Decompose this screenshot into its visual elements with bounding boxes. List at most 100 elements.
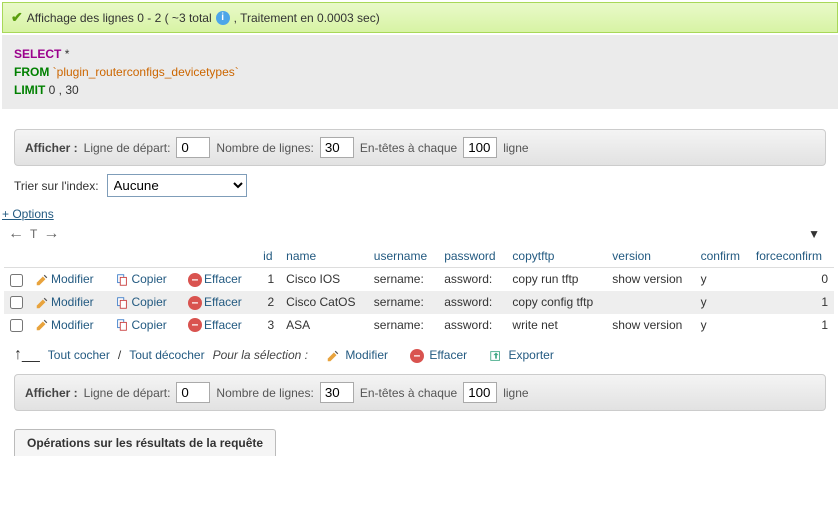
delete-link[interactable]: Effacer: [204, 318, 242, 332]
row-checkbox[interactable]: [10, 296, 23, 309]
cell-name: Cisco IOS: [280, 268, 368, 291]
delete-icon: [410, 349, 424, 363]
status-prefix: Affichage des lignes 0 - 2 ( ~3 total: [27, 11, 212, 25]
pencil-icon: [326, 349, 340, 363]
nav-left-icon[interactable]: ←: [8, 225, 24, 243]
cell-version: show version: [606, 314, 694, 337]
cell-id: 2: [257, 291, 280, 314]
row-count-input[interactable]: [320, 137, 354, 158]
query-ops-section: Opérations sur les résultats de la requê…: [14, 429, 826, 456]
nav-right-icon[interactable]: →: [43, 225, 59, 243]
delete-link[interactable]: Effacer: [204, 272, 242, 286]
start-label: Ligne de départ:: [84, 141, 171, 155]
col-forceconfirm[interactable]: forceconfirm: [756, 249, 822, 263]
start-row-input[interactable]: [176, 137, 210, 158]
col-confirm[interactable]: confirm: [701, 249, 740, 263]
copy-link[interactable]: Copier: [131, 318, 166, 332]
footer-actions: ↑__ Tout cocher / Tout décocher Pour la …: [14, 346, 826, 364]
sort-row: Trier sur l'index: Aucune: [14, 174, 826, 197]
cell-id: 3: [257, 314, 280, 337]
info-icon[interactable]: i: [216, 11, 230, 25]
row-checkbox[interactable]: [10, 319, 23, 332]
uncheck-all-link[interactable]: Tout décocher: [129, 348, 204, 362]
row-checkbox[interactable]: [10, 274, 23, 287]
cell-id: 1: [257, 268, 280, 291]
status-bar: ✔ Affichage des lignes 0 - 2 ( ~3 total …: [2, 2, 838, 33]
nav-t-icon[interactable]: T: [30, 227, 37, 241]
copy-link[interactable]: Copier: [131, 295, 166, 309]
headers-label: En-têtes à chaque: [360, 141, 457, 155]
row-count-input-2[interactable]: [320, 382, 354, 403]
cell-copytftp: write net: [506, 314, 606, 337]
footer-edit-link[interactable]: Modifier: [345, 348, 388, 362]
cell-name: Cisco CatOS: [280, 291, 368, 314]
delete-icon: [188, 273, 202, 287]
headers-input-2[interactable]: [463, 382, 497, 403]
cell-forceconfirm: 0: [750, 268, 834, 291]
sort-dropdown-icon[interactable]: ▼: [808, 227, 820, 241]
options-toggle[interactable]: + Options: [2, 207, 838, 221]
count-label: Nombre de lignes:: [216, 141, 313, 155]
delete-icon: [188, 318, 202, 332]
display-toolbar-top: Afficher : Ligne de départ: Nombre de li…: [14, 129, 826, 166]
cell-username: sername:: [368, 314, 438, 337]
table-nav-row: ← T → ▼: [8, 225, 826, 243]
show-label-2: Afficher :: [25, 386, 78, 400]
col-copytftp[interactable]: copytftp: [512, 249, 554, 263]
cell-confirm: y: [695, 268, 750, 291]
sql-table: `plugin_routerconfigs_devicetypes`: [53, 65, 239, 79]
footer-delete-link[interactable]: Effacer: [429, 348, 467, 362]
copy-icon: [115, 318, 129, 332]
copy-link[interactable]: Copier: [131, 272, 166, 286]
sql-from: FROM: [14, 65, 49, 79]
start-row-input-2[interactable]: [176, 382, 210, 403]
sort-index-select[interactable]: Aucune: [107, 174, 247, 197]
col-id[interactable]: id: [263, 249, 272, 263]
sql-limit-values: 0 , 30: [49, 83, 79, 97]
cell-password: assword:: [438, 314, 506, 337]
export-icon: [489, 349, 503, 363]
success-check-icon: ✔: [11, 9, 23, 26]
pencil-icon: [35, 318, 49, 332]
cell-version: show version: [606, 268, 694, 291]
cell-confirm: y: [695, 314, 750, 337]
cell-name: ASA: [280, 314, 368, 337]
sort-label: Trier sur l'index:: [14, 179, 99, 193]
delete-icon: [188, 296, 202, 310]
cell-password: assword:: [438, 291, 506, 314]
cell-password: assword:: [438, 268, 506, 291]
table-row: Modifier Copier Effacer 2Cisco CatOSsername…: [4, 291, 834, 314]
query-ops-tab[interactable]: Opérations sur les résultats de la requê…: [14, 429, 276, 456]
check-all-link[interactable]: Tout cocher: [48, 348, 110, 362]
col-username[interactable]: username: [374, 249, 427, 263]
edit-link[interactable]: Modifier: [51, 318, 94, 332]
table-row: Modifier Copier Effacer 1Cisco IOSsername:a…: [4, 268, 834, 291]
footer-export-link[interactable]: Exporter: [509, 348, 554, 362]
cell-forceconfirm: 1: [750, 291, 834, 314]
sql-star: *: [65, 47, 70, 61]
status-suffix: , Traitement en 0.0003 sec): [234, 11, 380, 25]
cell-confirm: y: [695, 291, 750, 314]
edit-link[interactable]: Modifier: [51, 272, 94, 286]
cell-version: [606, 291, 694, 314]
sql-query-box: SELECT * FROM `plugin_routerconfigs_devi…: [2, 35, 838, 109]
cell-copytftp: copy config tftp: [506, 291, 606, 314]
sql-select: SELECT: [14, 47, 61, 61]
select-arrow-icon: ↑__: [14, 346, 40, 364]
cell-forceconfirm: 1: [750, 314, 834, 337]
cell-username: sername:: [368, 291, 438, 314]
col-name[interactable]: name: [286, 249, 316, 263]
cell-username: sername:: [368, 268, 438, 291]
delete-link[interactable]: Effacer: [204, 295, 242, 309]
col-version[interactable]: version: [612, 249, 651, 263]
results-table: id name username password copytftp versi…: [4, 245, 834, 336]
edit-link[interactable]: Modifier: [51, 295, 94, 309]
copy-icon: [115, 296, 129, 310]
for-selection-label: Pour la sélection :: [213, 348, 308, 362]
pencil-icon: [35, 273, 49, 287]
col-password[interactable]: password: [444, 249, 495, 263]
display-toolbar-bottom: Afficher : Ligne de départ: Nombre de li…: [14, 374, 826, 411]
table-row: Modifier Copier Effacer 3ASAsername:assword…: [4, 314, 834, 337]
headers-input[interactable]: [463, 137, 497, 158]
show-label: Afficher :: [25, 141, 78, 155]
